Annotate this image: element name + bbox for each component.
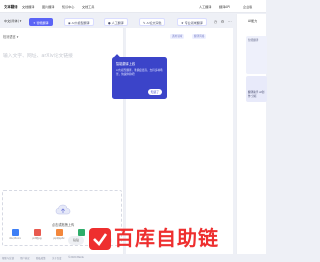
chip-smart-translate[interactable]: ✦智能翻译 [29,17,53,26]
nav-item-document-tools[interactable]: 文档工具 [82,4,94,9]
top-navigation-bar: 文本翻译 文档翻译 图片翻译 知识中心 文档工具 人工翻译 翻译API 企业版 [0,0,266,13]
chevron-down-icon: ▾ [19,19,22,23]
nav-enterprise[interactable]: 企业版 [243,4,252,9]
tooltip-body: AI大模型翻译，准确度更高，支持多种场景，快速体验吧！ [116,69,163,76]
file-type-pdf: pdf/jpg [31,229,43,240]
watermark-logo-icon [89,228,111,250]
footer-link-feedback[interactable]: 帮助与反馈 [2,256,14,260]
style-tag[interactable]: 翻译风格 [192,34,207,39]
nav-translate-api[interactable]: 翻译API [219,4,230,9]
source-input[interactable]: 输入文字、网址、arXiv论文链接 [3,52,73,59]
nav-human-translation[interactable]: 人工翻译 [199,4,211,9]
person-icon: ● [108,20,111,25]
source-language-select[interactable]: 中文(简体) ▾ [2,18,23,25]
pen-icon: ✎ [143,20,146,25]
sidebar-card-smart[interactable]: 智能翻译 [246,36,267,74]
detected-language-label[interactable]: 检测语言 ▾ [3,34,18,39]
watermark: 百库自助链 [88,226,238,251]
footer-link-privacy[interactable]: 隐私政策 [36,256,46,260]
file-type-doc: doc/docx [9,229,21,240]
robot-icon: ◉ [68,20,71,25]
nav-item-image-translate[interactable]: 图片翻译 [42,4,54,9]
sparkle-icon: ✦ [33,20,36,25]
word-file-icon [11,229,19,236]
chip-ai-paper-polish[interactable]: ✎AI论文润色 [139,17,166,26]
footer-link-terms[interactable]: 用户协议 [20,256,30,260]
tooltip-title: 智能翻译上线 [116,62,136,66]
settings-icon[interactable]: ⚙ [220,19,225,24]
chip-domain-translate[interactable]: ★专业领域翻译 [177,17,207,26]
page-footer: 帮助与反馈 用户协议 隐私政策 关于百度 ©2024 Baidu [0,254,266,262]
chip-ai-model-translate[interactable]: ◉AI大模型翻译 [64,17,94,26]
history-icon[interactable]: ◷ [213,19,218,24]
app-brand[interactable]: 文本翻译 [4,4,18,9]
tooltip-ok-button[interactable]: 知道了 [148,89,162,95]
source-language-label: 中文(简体) [4,19,19,23]
ppt-file-icon [55,229,63,236]
nav-item-document-translate[interactable]: 文档翻译 [22,4,34,9]
more-icon[interactable]: ⋯ [227,19,232,24]
domain-tag[interactable]: 通用领域 [170,34,185,39]
footer-link-about[interactable]: 关于百度 [52,256,62,260]
onboarding-tooltip: 智能翻译上线 AI大模型翻译，准确度更高，支持多种场景，快速体验吧！ 知道了 [112,53,167,99]
chip-human-translate[interactable]: ●人工翻译 [104,17,128,26]
source-text-panel: 检测语言 ▾ 输入文字、网址、arXiv论文链接 点击或拖拽上传 doc/doc… [0,28,124,254]
upload-cloud-icon [55,204,71,215]
nav-item-knowledge-center[interactable]: 知识中心 [62,4,74,9]
sidebar-heading: AI能力 [248,19,258,23]
chevron-down-icon: ▾ [15,35,19,39]
sidebar-card-assistant[interactable]: 翻译助手 AI创作 分析 [246,76,267,102]
file-type-ppt: ppt/pptx [53,229,65,240]
translation-toolbar: 中文(简体) ▾ ✦智能翻译 ◉AI大模型翻译 ●人工翻译 ✎AI论文润色 ★专… [0,14,233,28]
paste-button[interactable]: 粘贴 [68,236,85,245]
footer-copyright: ©2024 Baidu [68,256,85,260]
star-icon: ★ [181,20,184,25]
pdf-file-icon [33,229,41,236]
watermark-text: 百库自助链 [114,226,219,250]
right-sidebar: AI能力 智能翻译 翻译助手 AI创作 分析 [236,14,267,254]
excel-file-icon [77,229,85,236]
